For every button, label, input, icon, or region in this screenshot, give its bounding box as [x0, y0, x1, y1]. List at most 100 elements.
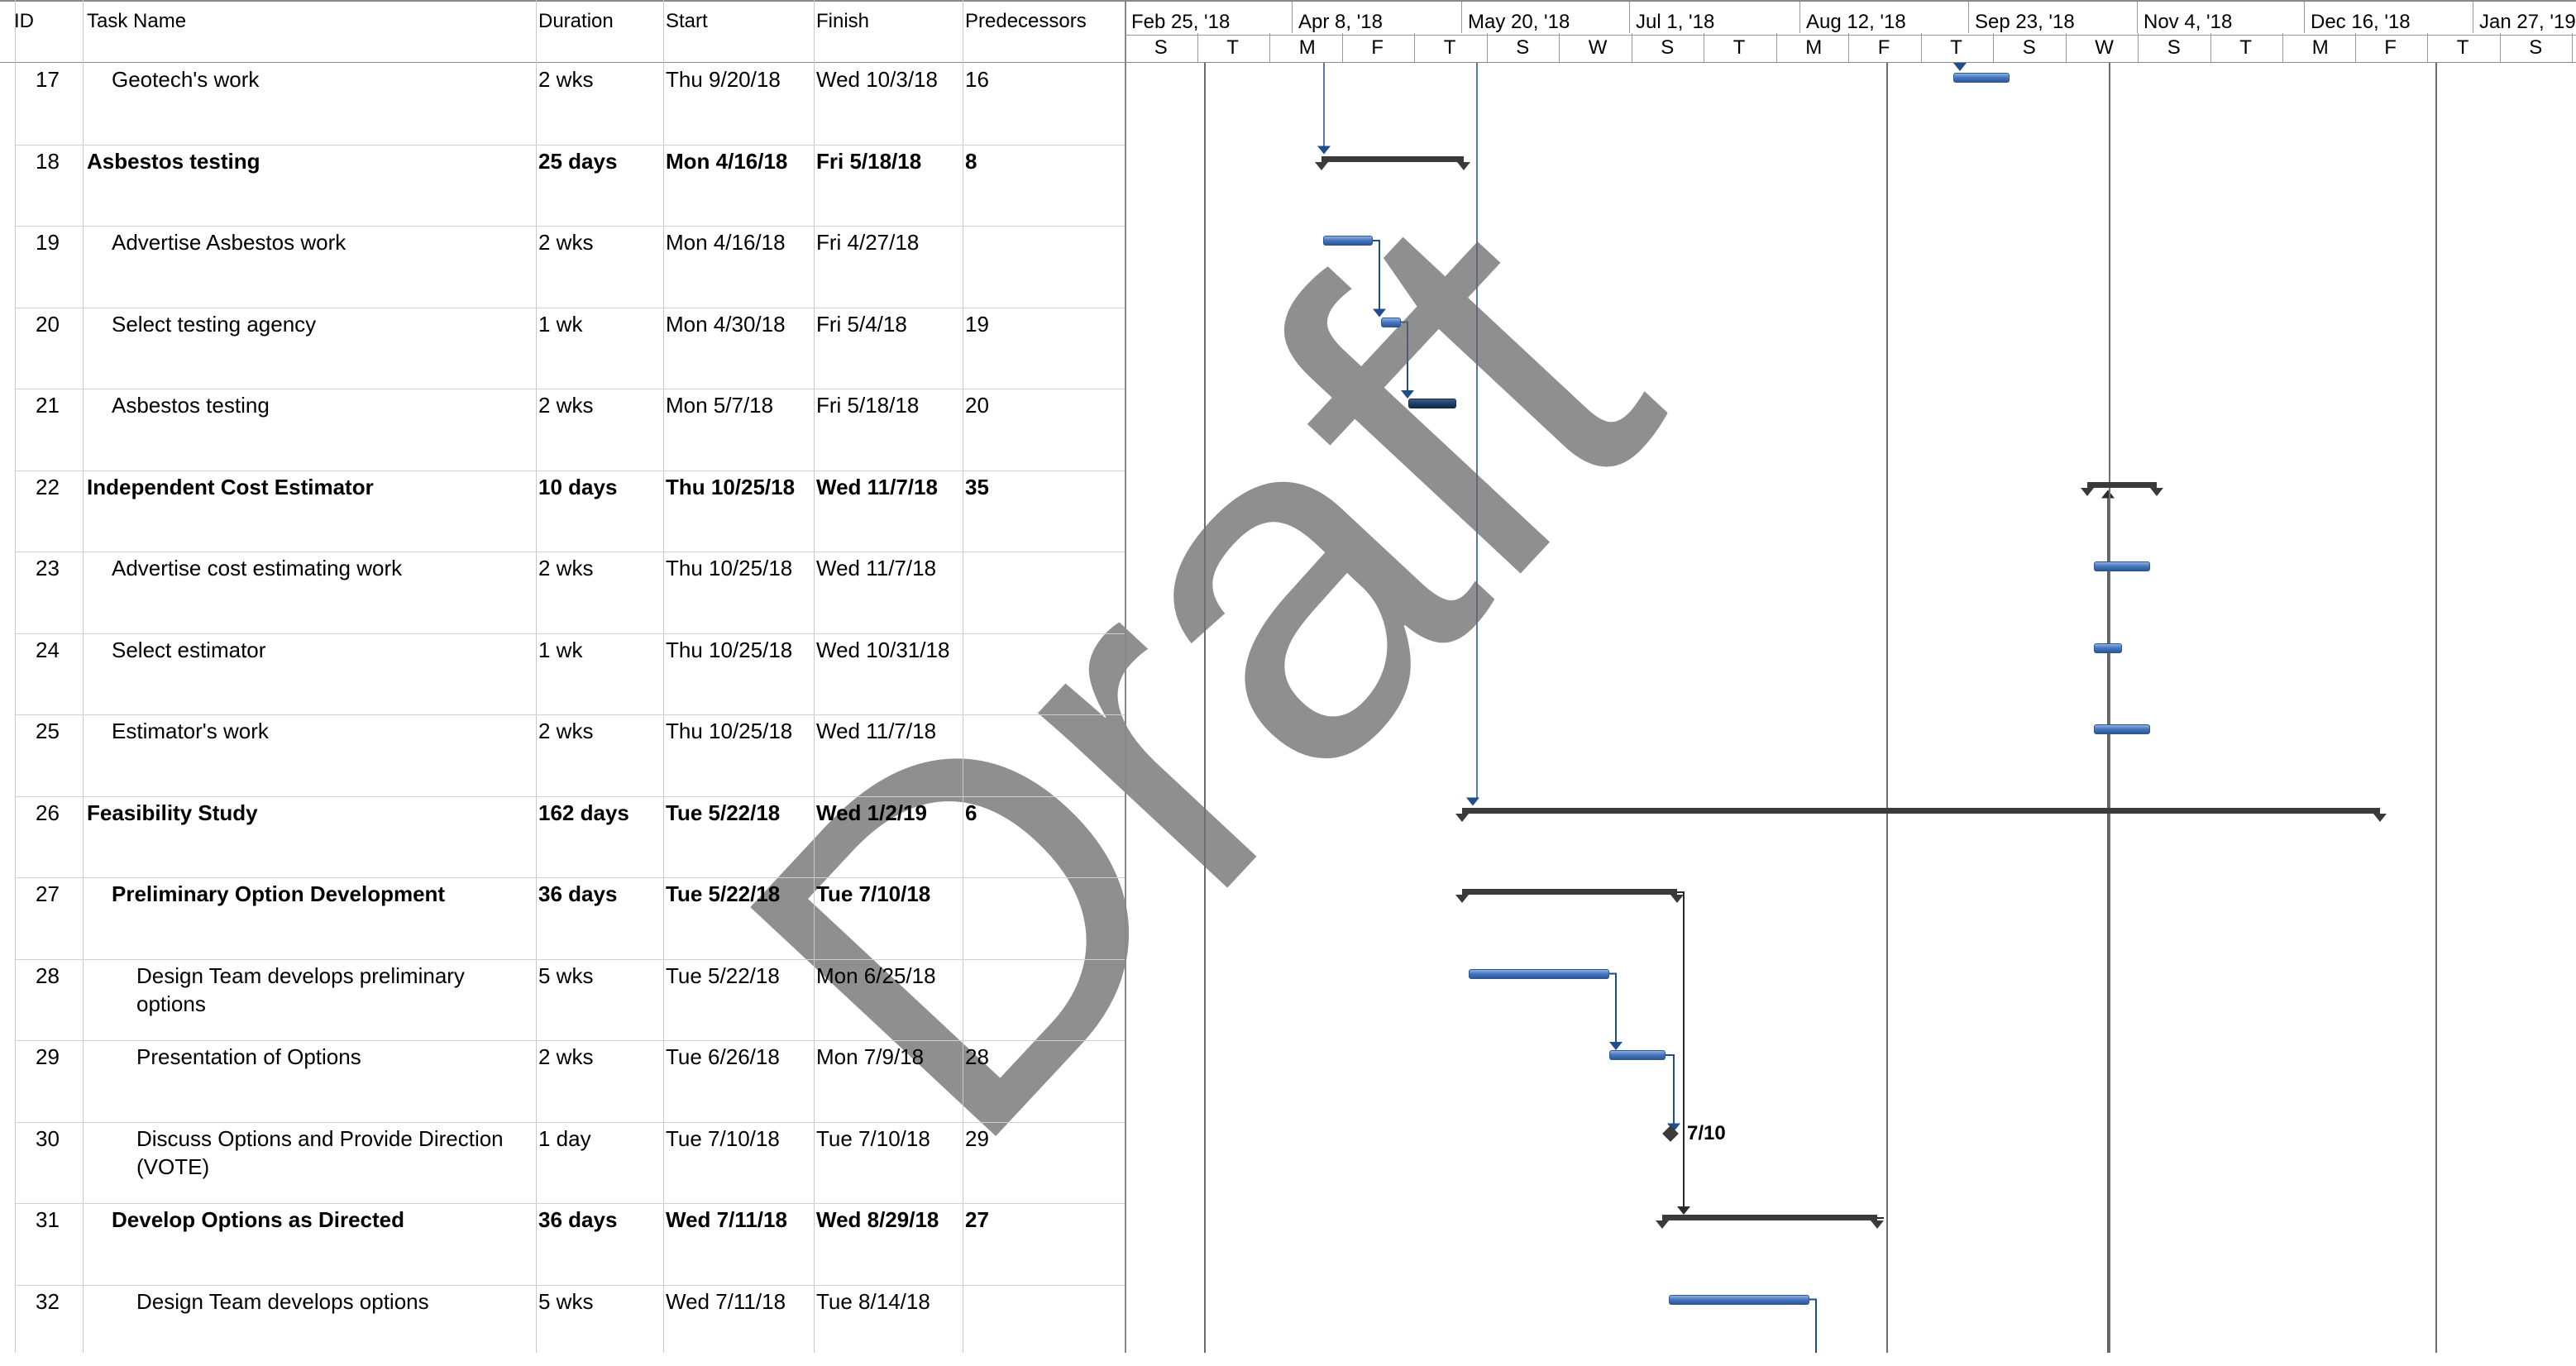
task-bar[interactable] — [1953, 73, 2010, 83]
summary-cap — [2081, 488, 2094, 496]
row-id: 23 — [36, 554, 60, 582]
timescale-minor-label: T — [1733, 36, 1746, 60]
task-finish: Wed 11/7/18 — [816, 473, 938, 501]
row-divider — [15, 1285, 1125, 1286]
task-predecessors: 28 — [965, 1043, 989, 1071]
task-name: Asbestos testing — [87, 147, 260, 175]
task-bar[interactable] — [1323, 236, 1373, 246]
task-bar[interactable] — [1609, 1050, 1666, 1060]
row-divider — [15, 633, 1125, 634]
gantt-gridline — [2435, 63, 2437, 1353]
summary-bar[interactable] — [2087, 482, 2157, 488]
task-duration: 162 days — [538, 799, 629, 827]
task-finish: Wed 10/3/18 — [816, 65, 938, 93]
summary-bar[interactable] — [1662, 1215, 1877, 1220]
timescale-minor-divider — [1559, 33, 1560, 63]
dependency-link — [1809, 1300, 1816, 1354]
timescale-major-label: May 20, '18 — [1468, 11, 1570, 34]
timescale-major-divider — [1461, 2, 1462, 33]
summary-cap — [2150, 488, 2163, 496]
timescale-minor-divider — [2572, 33, 2573, 63]
task-finish: Wed 1/2/19 — [816, 799, 927, 827]
task-finish: Fri 5/18/18 — [816, 391, 919, 419]
summary-bar[interactable] — [1462, 889, 1677, 895]
task-name-cont: (VOTE) — [136, 1153, 209, 1181]
task-duration: 1 day — [538, 1125, 591, 1153]
timescale-minor-divider — [1487, 33, 1488, 63]
task-duration: 2 wks — [538, 391, 593, 419]
link-arrow — [1317, 146, 1331, 155]
task-start: Thu 10/25/18 — [666, 554, 792, 582]
task-predecessors: 27 — [965, 1206, 989, 1234]
dependency-link — [1666, 1055, 1674, 1125]
task-finish: Fri 5/4/18 — [816, 310, 907, 338]
timescale-minor-label: S — [2023, 36, 2036, 60]
task-start: Tue 5/22/18 — [666, 962, 780, 990]
task-start: Wed 7/11/18 — [666, 1287, 786, 1316]
row-id: 27 — [36, 880, 60, 908]
column-divider[interactable] — [1125, 0, 1126, 1353]
task-name: Asbestos testing — [112, 391, 270, 419]
task-bar[interactable] — [2094, 643, 2122, 653]
task-start: Mon 4/30/18 — [666, 310, 786, 338]
row-divider — [15, 1203, 1125, 1204]
task-name: Estimator's work — [112, 717, 269, 745]
task-duration: 36 days — [538, 1206, 617, 1234]
task-name: Design Team develops options — [136, 1287, 429, 1316]
task-name: Design Team develops preliminary — [136, 962, 465, 990]
timescale-minor-label: T — [1444, 36, 1456, 60]
timescale-minor-divider — [1921, 33, 1922, 63]
row-id: 22 — [36, 473, 60, 501]
row-divider — [15, 226, 1125, 227]
task-finish: Wed 10/31/18 — [816, 636, 949, 664]
timescale-major-label: Jul 1, '18 — [1636, 11, 1714, 34]
task-duration: 2 wks — [538, 717, 593, 745]
task-bar[interactable] — [1381, 318, 1401, 327]
task-name: Select estimator — [112, 636, 265, 664]
timescale-minor-divider — [1269, 33, 1270, 63]
summary-bar[interactable] — [1462, 808, 2380, 814]
timescale-major-label: Feb 25, '18 — [1131, 11, 1230, 34]
timescale-major-divider — [1292, 2, 1293, 33]
link-arrow — [2101, 490, 2115, 499]
row-id: 28 — [36, 962, 60, 990]
row-id: 29 — [36, 1043, 60, 1071]
task-name: Independent Cost Estimator — [87, 473, 374, 501]
row-id: 21 — [36, 391, 60, 419]
timescale-minor-divider — [2282, 33, 2283, 63]
task-bar[interactable] — [2094, 561, 2150, 571]
milestone-label: 7/10 — [1687, 1120, 1726, 1148]
row-id: 25 — [36, 717, 60, 745]
task-bar[interactable] — [1669, 1295, 1809, 1305]
row-id: 26 — [36, 799, 60, 827]
dependency-link — [1609, 974, 1616, 1044]
summary-bar[interactable] — [1321, 156, 1464, 162]
task-start: Tue 7/10/18 — [666, 1125, 780, 1153]
timescale-major-divider — [2304, 2, 2305, 33]
task-bar[interactable] — [1469, 969, 1609, 979]
summary-cap — [1871, 1220, 1884, 1229]
timescale-minor-divider — [2138, 33, 2139, 63]
timescale-minor-label: T — [1950, 36, 1962, 60]
task-predecessors: 6 — [965, 799, 977, 827]
task-finish: Tue 8/14/18 — [816, 1287, 930, 1316]
timescale-major-divider — [1629, 2, 1630, 33]
task-bar[interactable] — [1408, 399, 1456, 408]
summary-cap — [1315, 162, 1328, 170]
task-name-cont: options — [136, 990, 206, 1018]
summary-cap — [1455, 895, 1469, 903]
task-bar[interactable] — [2094, 724, 2150, 734]
row-id: 31 — [36, 1206, 60, 1234]
row-divider — [15, 1122, 1125, 1123]
task-duration: 1 wk — [538, 310, 582, 338]
task-start: Thu 10/25/18 — [666, 717, 792, 745]
timescale-minor-label: S — [2529, 36, 2542, 60]
task-duration: 36 days — [538, 880, 617, 908]
timescale-minor-divider — [1342, 33, 1343, 63]
task-name: Presentation of Options — [136, 1043, 361, 1071]
task-finish: Mon 6/25/18 — [816, 962, 936, 990]
link-arrow — [1401, 390, 1414, 399]
timescale-major-label: Apr 8, '18 — [1298, 11, 1383, 34]
task-finish: Tue 7/10/18 — [816, 880, 930, 908]
timescale-minor-divider — [1197, 33, 1198, 63]
